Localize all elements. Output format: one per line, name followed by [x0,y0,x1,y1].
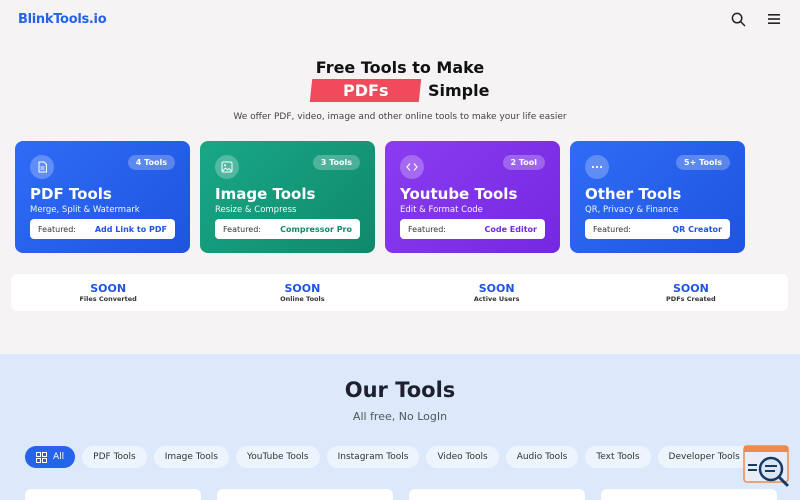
stat-pdfs-created: SOON PDFs Created [611,282,771,303]
tool-filter-chips: All PDF Tools Image Tools YouTube Tools … [25,446,751,468]
card-youtube-tools[interactable]: 2 Tool Youtube Tools Edit & Format Code … [385,141,560,253]
filter-label: YouTube Tools [246,452,309,462]
featured-tool[interactable]: Add Link to PDF [95,225,167,234]
our-tools-section: Our Tools All free, No LogIn All PDF Too… [0,354,800,500]
card-title: Image Tools [215,185,316,203]
stat-value: SOON [284,282,321,295]
tool-card[interactable] [217,489,393,500]
filter-label: Instagram Tools [337,452,409,462]
filter-all[interactable]: All [25,446,76,468]
filter-audio-tools[interactable]: Audio Tools [505,446,579,468]
card-other-tools[interactable]: 5+ Tools Other Tools QR, Privacy & Finan… [570,141,745,253]
filter-label: Text Tools [596,452,640,462]
card-subtitle: Merge, Split & Watermark [30,205,140,215]
featured-label: Featured: [408,224,447,234]
featured-label: Featured: [593,224,632,234]
filter-youtube-tools[interactable]: YouTube Tools [235,446,320,468]
hero-highlight-pill: PDFs [309,79,422,102]
filter-label: PDF Tools [93,452,136,462]
filter-label: Video Tools [437,452,488,462]
image-icon [215,155,239,179]
filter-label: All [53,452,65,462]
card-badge: 2 Tool [502,155,545,170]
filter-video-tools[interactable]: Video Tools [426,446,499,468]
top-actions [730,11,782,27]
hero-highlight-text: PDFs [342,81,388,100]
card-featured-link[interactable]: Featured: Compressor Pro [215,219,360,239]
grid-icon [36,451,47,463]
hero-section: Free Tools to Make PDFs Simple We offer … [0,58,800,122]
filter-developer-tools[interactable]: Developer Tools [657,446,751,468]
filter-instagram-tools[interactable]: Instagram Tools [326,446,420,468]
section-subtitle: All free, No LogIn [352,410,448,423]
stat-active-users: SOON Active Users [417,282,577,303]
card-badge: 5+ Tools [676,155,730,170]
stat-online-tools: SOON Online Tools [222,282,382,303]
filter-label: Image Tools [164,452,218,462]
hamburger-menu-icon[interactable] [766,11,782,27]
stats-bar: SOON Files Converted SOON Online Tools S… [11,274,788,311]
card-badge: 4 Tools [127,155,175,170]
filter-label: Audio Tools [516,452,568,462]
stat-label: Files Converted [79,295,137,303]
filter-image-tools[interactable]: Image Tools [153,446,229,468]
card-title: Youtube Tools [400,185,518,203]
stat-label: Online Tools [280,295,325,303]
hero-title-line2: PDFs Simple [0,79,800,102]
filter-text-tools[interactable]: Text Tools [585,446,651,468]
filter-label: Developer Tools [668,452,740,462]
filter-pdf-tools[interactable]: PDF Tools [82,446,147,468]
featured-label: Featured: [38,224,77,234]
card-subtitle: Edit & Format Code [400,205,483,215]
search-chat-widget-icon[interactable] [743,445,791,487]
tool-card[interactable] [409,489,585,500]
stat-value: SOON [90,282,127,295]
tool-card[interactable] [601,489,777,500]
card-subtitle: Resize & Compress [215,205,297,215]
hero-title-line1: Free Tools to Make [315,58,485,77]
stat-label: Active Users [473,295,520,303]
featured-tool[interactable]: Code Editor [484,225,537,234]
hero-subtitle: We offer PDF, video, image and other onl… [233,112,567,122]
featured-label: Featured: [223,224,262,234]
tool-card[interactable] [25,489,201,500]
card-featured-link[interactable]: Featured: Code Editor [400,219,545,239]
stat-value: SOON [672,282,709,295]
stat-files-converted: SOON Files Converted [28,282,188,303]
search-icon[interactable] [730,11,746,27]
category-cards: 4 Tools PDF Tools Merge, Split & Waterma… [15,141,745,253]
site-logo[interactable]: BlinkTools.io [18,12,107,27]
stat-label: PDFs Created [666,295,716,303]
featured-tool[interactable]: Compressor Pro [280,225,352,234]
tool-card-row [25,489,777,500]
card-pdf-tools[interactable]: 4 Tools PDF Tools Merge, Split & Waterma… [15,141,190,253]
hero-title-end: Simple [428,81,490,100]
code-icon [400,155,424,179]
document-icon [30,155,54,179]
card-title: Other Tools [585,185,682,203]
dots-icon [585,155,609,179]
card-image-tools[interactable]: 3 Tools Image Tools Resize & Compress Fe… [200,141,375,253]
card-featured-link[interactable]: Featured: QR Creator [585,219,730,239]
card-subtitle: QR, Privacy & Finance [585,205,679,215]
card-featured-link[interactable]: Featured: Add Link to PDF [30,219,175,239]
featured-tool[interactable]: QR Creator [672,225,722,234]
section-title: Our Tools [344,378,456,402]
top-navbar: BlinkTools.io [0,0,800,38]
card-title: PDF Tools [30,185,112,203]
stat-value: SOON [478,282,515,295]
card-badge: 3 Tools [312,155,360,170]
